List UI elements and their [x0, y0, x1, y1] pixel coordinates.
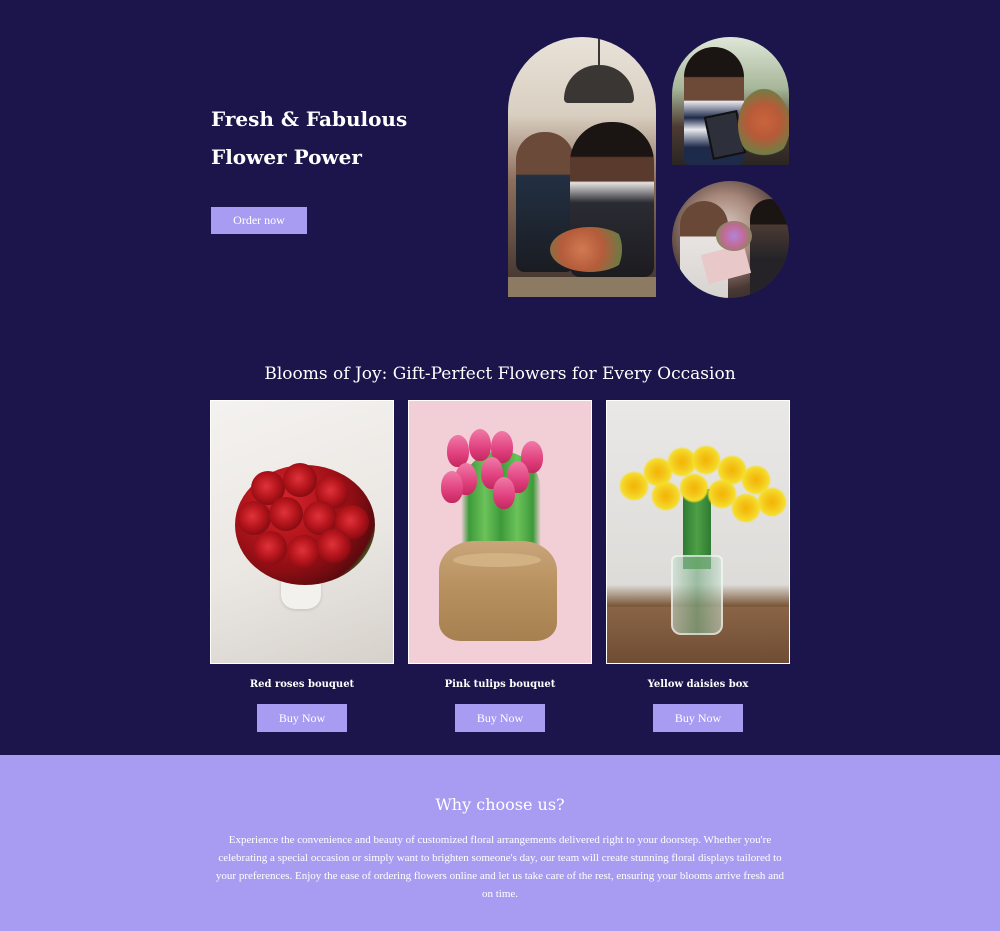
- florist-tablet-photo: [672, 37, 789, 165]
- why-choose-us-section: Why choose us? Experience the convenienc…: [0, 755, 1000, 931]
- pink-tulips-image[interactable]: [408, 400, 592, 664]
- product-grid: Red roses bouquet Buy Now Pink tulips bo…: [210, 400, 790, 732]
- daisy: [731, 493, 761, 523]
- gift-delivery-photo: [672, 181, 789, 298]
- glass-jar: [671, 555, 723, 635]
- rose: [253, 531, 287, 565]
- red-roses-image[interactable]: [210, 400, 394, 664]
- product-name: Red roses bouquet: [249, 679, 355, 690]
- product-card-daisies: Yellow daisies box Buy Now: [606, 400, 790, 732]
- hero-title-line2: Flower Power: [211, 145, 362, 169]
- hero-section: Fresh & Fabulous Flower Power Order now: [0, 0, 1000, 330]
- rose: [287, 535, 321, 569]
- customer-woman: [750, 199, 789, 298]
- wrap-tie: [453, 553, 541, 567]
- arrangement: [550, 227, 630, 272]
- buy-now-button-daisies[interactable]: Buy Now: [653, 704, 743, 732]
- rose: [237, 501, 271, 535]
- occasions-title: Blooms of Joy: Gift-Perfect Flowers for …: [264, 364, 736, 384]
- yellow-daisies-image[interactable]: [606, 400, 790, 664]
- rose: [283, 463, 317, 497]
- florists-photo: [508, 37, 656, 297]
- daisy: [757, 487, 787, 517]
- buy-now-button-roses[interactable]: Buy Now: [257, 704, 347, 732]
- hero-text: Fresh & Fabulous Flower Power: [211, 100, 471, 176]
- tulip: [493, 477, 515, 509]
- hero-title-line1: Fresh & Fabulous: [211, 107, 408, 131]
- tulip: [469, 429, 491, 461]
- product-card-tulips: Pink tulips bouquet Buy Now: [408, 400, 592, 732]
- work-table: [508, 277, 656, 297]
- daisy: [679, 473, 709, 503]
- gift-flowers: [716, 221, 752, 251]
- pendant-lamp: [564, 65, 634, 103]
- order-now-button[interactable]: Order now: [211, 207, 307, 234]
- lamp-cord: [598, 37, 600, 67]
- why-text: Experience the convenience and beauty of…: [215, 834, 785, 900]
- rose: [269, 497, 303, 531]
- product-card-roses: Red roses bouquet Buy Now: [210, 400, 394, 732]
- hero-title: Fresh & Fabulous Flower Power: [211, 100, 471, 176]
- tulip: [441, 471, 463, 503]
- why-title: Why choose us?: [435, 795, 565, 814]
- flowers: [738, 89, 789, 161]
- product-name: Pink tulips bouquet: [444, 679, 556, 690]
- daisy: [651, 481, 681, 511]
- rose: [317, 529, 351, 563]
- buy-now-button-tulips[interactable]: Buy Now: [455, 704, 545, 732]
- product-name: Yellow daisies box: [647, 679, 749, 690]
